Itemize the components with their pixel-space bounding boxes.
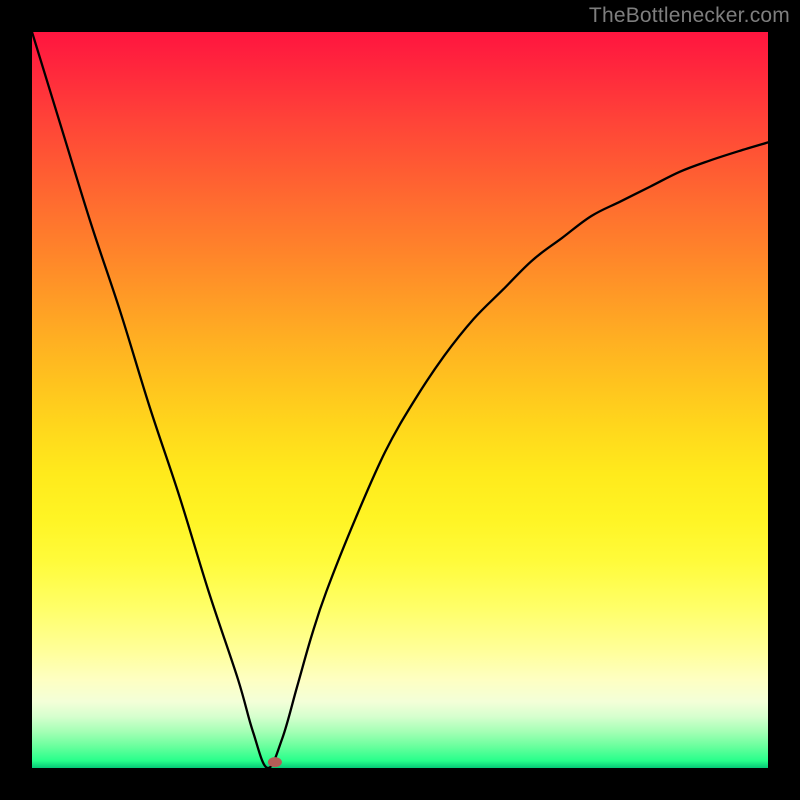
plot-area	[32, 32, 768, 768]
optimal-point-dot	[268, 757, 282, 767]
bottleneck-curve	[32, 32, 768, 768]
chart-frame: TheBottlenecker.com	[0, 0, 800, 800]
watermark-text: TheBottlenecker.com	[589, 4, 790, 28]
curve-layer	[32, 32, 768, 768]
